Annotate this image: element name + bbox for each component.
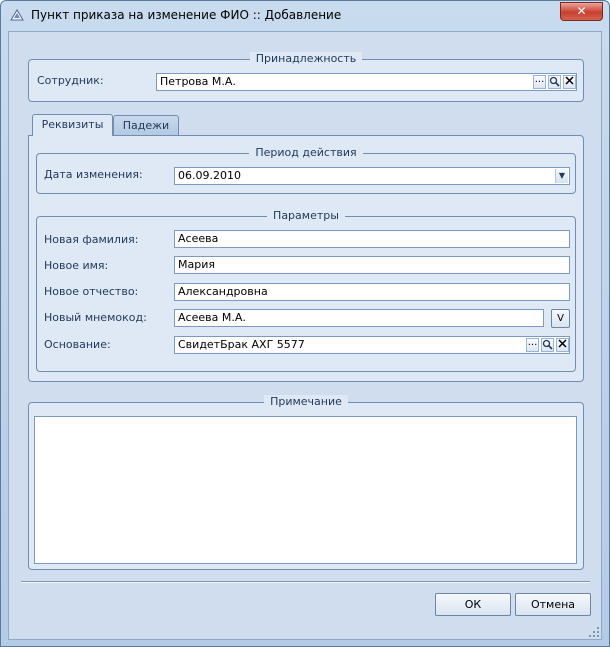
params-group: Параметры Новая фамилия: Асеева Новое им… [36, 209, 576, 372]
employee-field[interactable]: Петрова М.А. ··· [156, 73, 577, 91]
basis-field[interactable]: СвидетБрак АХГ 5577 ··· [174, 336, 570, 354]
notes-legend: Примечание [264, 395, 348, 408]
window-title: Пункт приказа на изменение ФИО :: Добавл… [31, 8, 342, 22]
tab-cases[interactable]: Падежи [113, 115, 179, 136]
employee-label: Сотрудник: [37, 74, 104, 87]
dialog-window: Пункт приказа на изменение ФИО :: Добавл… [0, 0, 610, 647]
mnemocode-generate-button[interactable]: V [551, 309, 570, 328]
employee-clear-button[interactable] [563, 75, 576, 89]
notes-textarea[interactable] [34, 416, 577, 564]
basis-clear-button[interactable] [556, 338, 569, 352]
chevron-down-icon: ▼ [558, 171, 566, 180]
new-patronymic-input[interactable]: Александровна [174, 283, 570, 301]
resize-grip-icon[interactable] [589, 627, 599, 637]
basis-search-button[interactable] [541, 338, 554, 352]
belonging-legend: Принадлежность [249, 52, 363, 65]
new-name-label: Новое имя: [44, 259, 109, 272]
new-mnemocode-value: Асеева М.А. [178, 311, 246, 324]
basis-value: СвидетБрак АХГ 5577 [178, 338, 305, 351]
app-icon [10, 9, 24, 21]
new-patronymic-value: Александровна [178, 285, 268, 298]
basis-more-button[interactable]: ··· [526, 338, 539, 352]
params-legend: Параметры [267, 209, 345, 222]
notes-group: Примечание [28, 395, 584, 570]
new-name-input[interactable]: Мария [174, 256, 570, 274]
tab-panel-requisites: Период действия Дата изменения: 06.09.20… [28, 135, 584, 382]
period-group: Период действия Дата изменения: 06.09.20… [36, 146, 576, 194]
dialog-client-area: Принадлежность Сотрудник: Петрова М.А. ·… [8, 31, 602, 640]
tab-requisites[interactable]: Реквизиты [32, 114, 113, 136]
period-legend: Период действия [249, 146, 363, 159]
close-button[interactable]: ✕ [560, 2, 603, 21]
new-mnemocode-label: Новый мнемокод: [44, 311, 147, 324]
basis-label: Основание: [44, 338, 111, 351]
search-icon [549, 76, 560, 87]
cancel-button[interactable]: Отмена [515, 593, 591, 616]
title-bar[interactable]: Пункт приказа на изменение ФИО :: Добавл… [1, 1, 609, 31]
new-mnemocode-input[interactable]: Асеева М.А. [174, 309, 544, 327]
new-name-value: Мария [178, 258, 215, 271]
ok-button[interactable]: ОК [435, 593, 511, 616]
new-surname-label: Новая фамилия: [44, 233, 139, 246]
date-change-field[interactable]: 06.09.2010 ▼ [174, 167, 570, 185]
new-surname-input[interactable]: Асеева [174, 230, 570, 248]
new-surname-value: Асеева [178, 232, 219, 245]
clear-icon [558, 339, 567, 348]
date-dropdown-button[interactable]: ▼ [555, 169, 568, 183]
employee-more-button[interactable]: ··· [533, 75, 546, 89]
date-change-label: Дата изменения: [44, 168, 143, 181]
search-icon [542, 339, 553, 350]
employee-value: Петрова М.А. [160, 75, 236, 88]
new-patronymic-label: Новое отчество: [44, 285, 139, 298]
employee-search-button[interactable] [548, 75, 561, 89]
clear-icon [565, 76, 574, 85]
footer-separator [21, 581, 590, 583]
belonging-group: Принадлежность Сотрудник: Петрова М.А. ·… [28, 52, 584, 102]
date-change-value: 06.09.2010 [178, 169, 241, 182]
